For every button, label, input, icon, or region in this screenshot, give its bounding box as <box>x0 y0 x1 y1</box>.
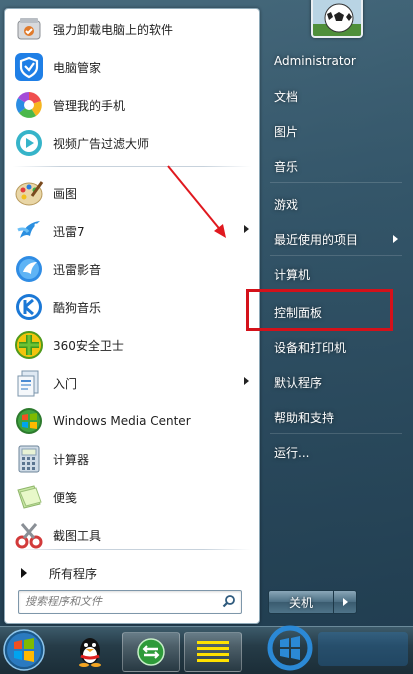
chevron-right-icon <box>342 598 348 606</box>
thunder-icon <box>13 215 45 247</box>
program-label: 计算器 <box>53 452 90 467</box>
program-item-thunder-player[interactable]: 迅雷影音 <box>9 251 255 287</box>
start-menu-programs-panel: 强力卸载电脑上的软件 电脑管家 管理我的手机 视频广告过滤大师 画图 迅雷7 迅… <box>4 8 260 624</box>
highlight-box-control-panel <box>246 289 393 331</box>
lines-icon <box>197 641 229 662</box>
shield-icon <box>13 51 45 83</box>
menu-separator <box>13 549 251 550</box>
right-item-devices-printers[interactable]: 设备和打印机 <box>266 333 404 361</box>
taskbar-browser[interactable] <box>122 632 180 672</box>
taskbar-notes[interactable] <box>184 632 242 672</box>
phone-manager-icon <box>13 89 45 121</box>
user-avatar[interactable] <box>311 0 363 38</box>
uninstall-icon <box>13 13 45 45</box>
ad-filter-icon <box>13 127 45 159</box>
program-item-pc-manager[interactable]: 电脑管家 <box>9 49 255 85</box>
triangle-right-icon <box>21 568 27 578</box>
sticky-notes-icon <box>13 481 45 513</box>
program-item-360[interactable]: 360安全卫士 <box>9 327 255 363</box>
program-label: 视频广告过滤大师 <box>53 136 150 151</box>
program-label: 360安全卫士 <box>53 338 124 353</box>
right-item-label: 游戏 <box>274 197 299 212</box>
program-label: 入门 <box>53 376 78 391</box>
program-label: 电脑管家 <box>53 60 102 75</box>
program-item-getting-started[interactable]: 入门 <box>9 365 255 401</box>
kugou-icon <box>13 291 45 323</box>
menu-separator <box>270 182 402 183</box>
snipping-tool-icon <box>13 519 45 551</box>
program-item-calculator[interactable]: 计算器 <box>9 441 255 477</box>
right-item-label: 帮助和支持 <box>274 410 335 425</box>
right-item-pictures[interactable]: 图片 <box>266 117 404 145</box>
right-item-default-programs[interactable]: 默认程序 <box>266 368 404 396</box>
soccer-ball-icon <box>313 0 361 36</box>
shutdown-options-button[interactable] <box>333 590 357 614</box>
right-item-label: 最近使用的项目 <box>274 232 359 247</box>
right-item-label: 运行... <box>274 445 310 460</box>
right-item-label: 默认程序 <box>274 375 323 390</box>
right-item-label: 文档 <box>274 89 299 104</box>
program-item-sticky-notes[interactable]: 便笺 <box>9 479 255 515</box>
program-label: 酷狗音乐 <box>53 300 102 315</box>
all-programs-button[interactable]: 所有程序 <box>15 561 249 585</box>
submenu-arrow-icon <box>244 377 249 385</box>
right-item-label: 设备和打印机 <box>274 340 347 355</box>
menu-separator <box>270 433 402 434</box>
right-item-label: 图片 <box>274 124 299 139</box>
right-item-label: 计算机 <box>274 267 311 282</box>
program-item-media-center[interactable]: Windows Media Center <box>9 403 255 439</box>
360-icon <box>13 329 45 361</box>
annotation-arrow-icon <box>167 165 226 238</box>
right-item-label: 音乐 <box>274 159 299 174</box>
program-item-snipping-tool[interactable]: 截图工具 <box>9 517 255 553</box>
program-label: 截图工具 <box>53 528 102 543</box>
qq-penguin-icon <box>79 638 101 667</box>
program-label: 管理我的手机 <box>53 98 126 113</box>
watermark-logo-icon <box>267 625 408 671</box>
program-label: 迅雷7 <box>53 224 85 239</box>
submenu-arrow-icon <box>393 235 398 243</box>
search-input[interactable] <box>25 593 215 609</box>
right-item-administrator[interactable]: Administrator <box>266 47 404 75</box>
program-item-phone-manager[interactable]: 管理我的手机 <box>9 87 255 123</box>
right-item-run[interactable]: 运行... <box>266 438 404 466</box>
menu-separator <box>270 255 402 256</box>
program-label: 强力卸载电脑上的软件 <box>53 22 174 37</box>
shutdown-label: 关机 <box>288 595 313 610</box>
browser-icon <box>137 638 165 666</box>
paint-icon <box>13 177 45 209</box>
right-item-games[interactable]: 游戏 <box>266 190 404 218</box>
program-label: 迅雷影音 <box>53 262 102 277</box>
right-item-recent-items[interactable]: 最近使用的项目 <box>266 225 404 253</box>
right-item-computer[interactable]: 计算机 <box>266 260 404 288</box>
right-item-label: Administrator <box>274 54 356 68</box>
windows-start-icon[interactable] <box>2 628 46 672</box>
program-item-uninstaller[interactable]: 强力卸载电脑上的软件 <box>9 11 255 47</box>
media-center-icon <box>13 405 45 437</box>
right-item-music[interactable]: 音乐 <box>266 152 404 180</box>
getting-started-icon <box>13 367 45 399</box>
program-item-ad-filter[interactable]: 视频广告过滤大师 <box>9 125 255 161</box>
program-item-kugou[interactable]: 酷狗音乐 <box>9 289 255 325</box>
calculator-icon <box>13 443 45 475</box>
thunder-player-icon <box>13 253 45 285</box>
shutdown-button[interactable]: 关机 <box>268 590 334 614</box>
search-box[interactable] <box>18 590 242 614</box>
search-icon[interactable] <box>222 594 236 608</box>
program-label: Windows Media Center <box>53 414 191 428</box>
program-label: 便笺 <box>53 490 78 505</box>
program-label: 画图 <box>53 186 78 201</box>
all-programs-label: 所有程序 <box>49 566 98 581</box>
right-item-help-support[interactable]: 帮助和支持 <box>266 403 404 431</box>
right-item-documents[interactable]: 文档 <box>266 82 404 110</box>
taskbar-qq[interactable] <box>62 632 118 670</box>
submenu-arrow-icon <box>244 225 249 233</box>
